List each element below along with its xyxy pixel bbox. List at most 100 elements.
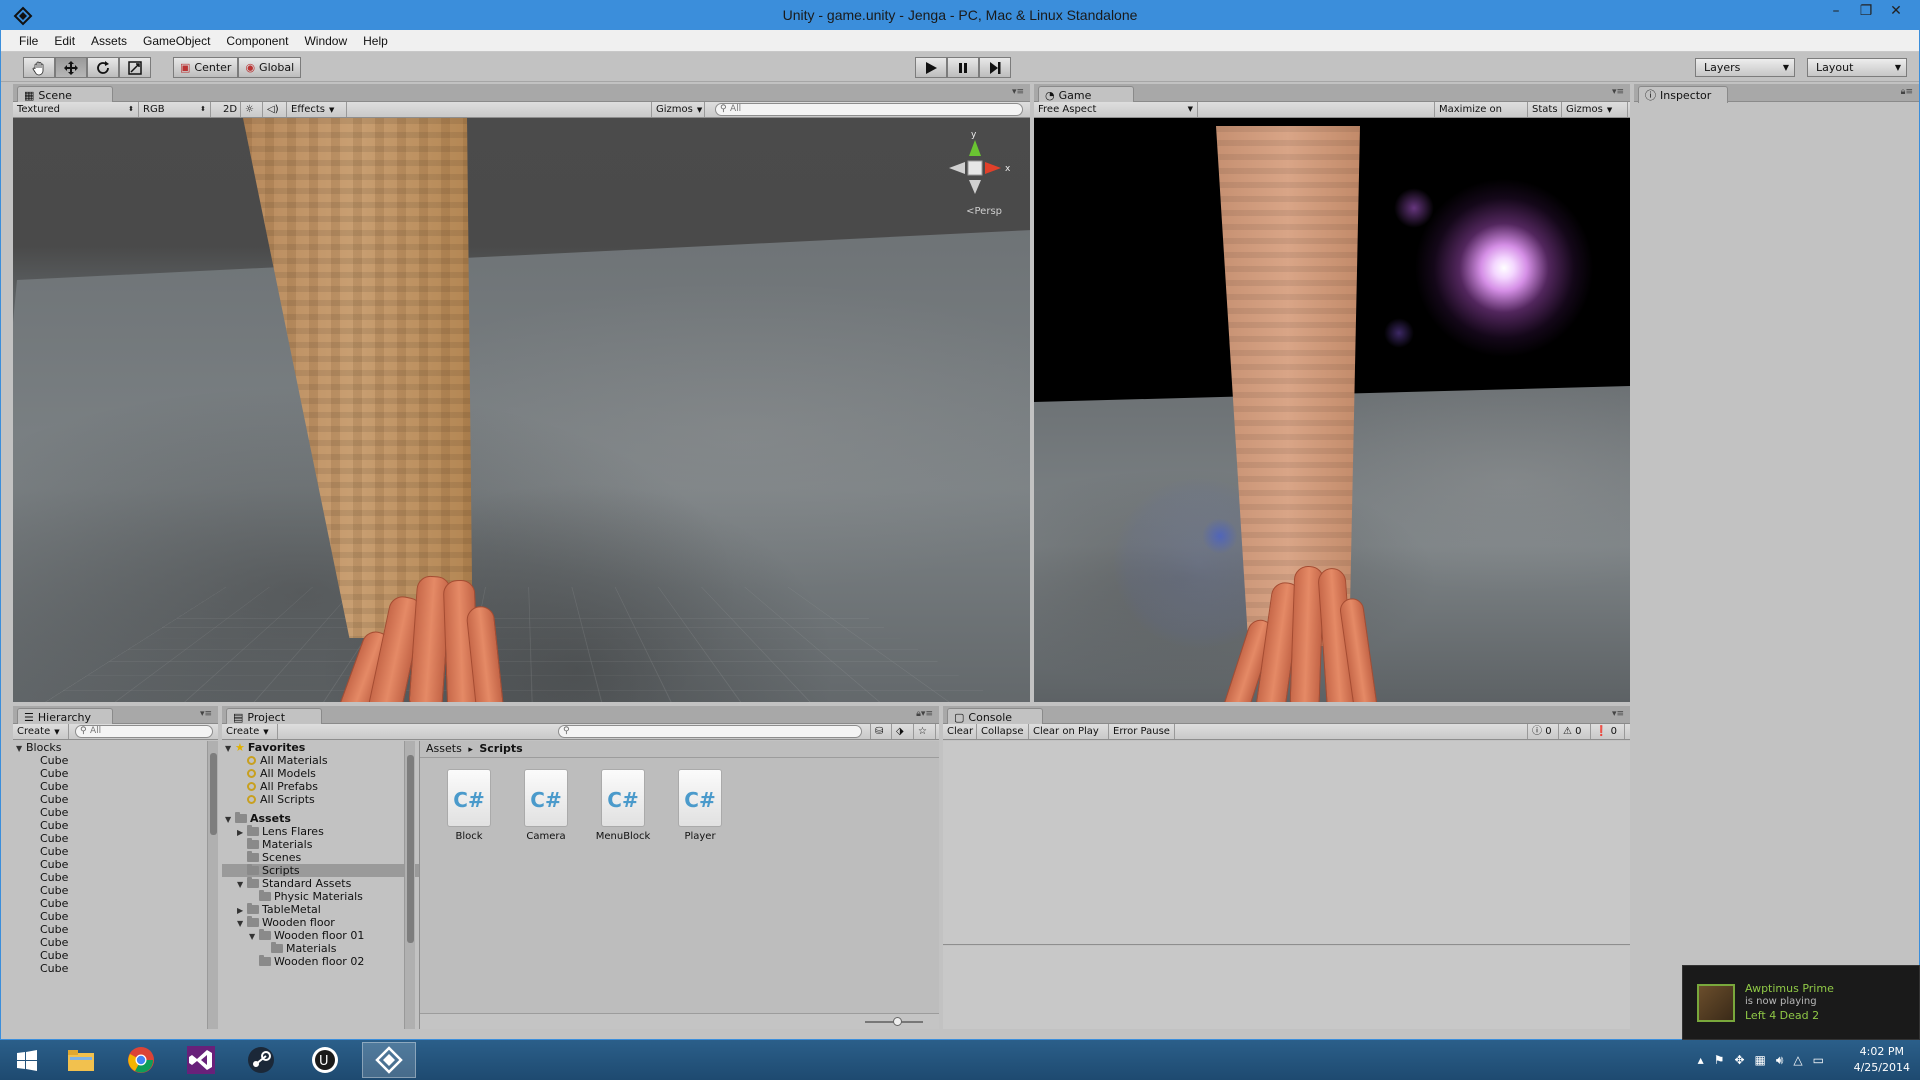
panel-menu-icon[interactable]: ▾≡ — [200, 709, 212, 719]
warning-filter-toggle[interactable]: ⚠ 0 — [1559, 724, 1591, 739]
zoom-slider-handle[interactable] — [893, 1017, 902, 1026]
filter-type-icon[interactable]: ⛁ — [870, 724, 892, 739]
file-explorer-icon[interactable] — [54, 1042, 108, 1078]
stats-toggle[interactable]: Stats — [1528, 102, 1562, 117]
hierarchy-item-cube[interactable]: Cube — [16, 884, 207, 897]
hierarchy-item-cube[interactable]: Cube — [16, 793, 207, 806]
pause-button[interactable] — [947, 57, 979, 78]
tab-scene[interactable]: ▦ Scene — [17, 86, 113, 103]
game-gizmos-dropdown[interactable]: Gizmos ▼ — [1562, 102, 1628, 117]
hierarchy-item-cube[interactable]: Cube — [16, 936, 207, 949]
console-clear-on-play-toggle[interactable]: Clear on Play — [1029, 724, 1109, 739]
tab-hierarchy[interactable]: ☰ Hierarchy — [17, 708, 113, 725]
layers-dropdown[interactable]: Layers ▼ — [1695, 58, 1795, 77]
scene-gizmos-dropdown[interactable]: Gizmos ▼ — [651, 102, 705, 117]
hierarchy-item-cube[interactable]: Cube — [16, 871, 207, 884]
console-log-area[interactable] — [943, 741, 1630, 945]
console-collapse-toggle[interactable]: Collapse — [977, 724, 1029, 739]
scene-search-input[interactable]: All — [715, 103, 1023, 116]
tab-console[interactable]: ▢ Console — [947, 708, 1043, 725]
menu-help[interactable]: Help — [355, 34, 396, 48]
mode-2d-toggle[interactable]: 2D — [219, 102, 241, 117]
script-asset[interactable]: C# Block — [434, 769, 504, 842]
assets-header[interactable]: ▼ Assets — [225, 812, 419, 825]
console-error-pause-toggle[interactable]: Error Pause — [1109, 724, 1175, 739]
rotate-tool-icon[interactable] — [87, 57, 119, 78]
tray-chevron-icon[interactable]: ▴ — [1698, 1053, 1704, 1068]
console-clear-button[interactable]: Clear — [943, 724, 977, 739]
effects-dropdown[interactable]: Effects ▼ — [287, 102, 347, 117]
menu-assets[interactable]: Assets — [83, 34, 135, 48]
script-asset[interactable]: C# Player — [665, 769, 735, 842]
project-search-input[interactable] — [558, 725, 862, 738]
breadcrumb-assets[interactable]: Assets — [426, 742, 462, 755]
hierarchy-item-cube[interactable]: Cube — [16, 949, 207, 962]
error-filter-toggle[interactable]: ❗ 0 — [1591, 724, 1625, 739]
lock-icon[interactable]: 🔒︎▾≡ — [916, 709, 933, 719]
scene-viewport[interactable]: y x <Persp — [13, 118, 1030, 702]
folder-tree-item[interactable]: Scenes — [225, 851, 419, 864]
panel-menu-icon[interactable]: ▾≡ — [1612, 709, 1624, 719]
render-mode-dropdown[interactable]: RGB ⬍ — [139, 102, 211, 117]
info-filter-toggle[interactable]: ⓘ 0 — [1527, 724, 1559, 739]
expand-arrow-icon[interactable]: ▼ — [237, 878, 247, 891]
tab-game[interactable]: ◔ Game — [1038, 86, 1134, 103]
hierarchy-item-cube[interactable]: Cube — [16, 767, 207, 780]
unity-taskbar-icon[interactable] — [362, 1042, 416, 1078]
network-icon[interactable]: ▦ — [1755, 1053, 1766, 1068]
hierarchy-item-cube[interactable]: Cube — [16, 806, 207, 819]
favorite-star-icon[interactable]: ☆ — [914, 724, 936, 739]
move-tool-icon[interactable] — [55, 57, 87, 78]
folder-tree-item[interactable]: Scripts — [222, 864, 419, 877]
menu-gameobject[interactable]: GameObject — [135, 34, 218, 48]
hierarchy-scrollbar[interactable] — [207, 741, 218, 1029]
favorite-item[interactable]: All Materials — [225, 754, 419, 767]
hierarchy-item-cube[interactable]: Cube — [16, 845, 207, 858]
tab-inspector[interactable]: ⓘ Inspector — [1638, 86, 1728, 103]
hierarchy-root-blocks[interactable]: ▼ Blocks — [16, 741, 207, 754]
action-center-flag-icon[interactable]: ⚑ — [1714, 1053, 1725, 1068]
favorite-item[interactable]: All Models — [225, 767, 419, 780]
lighting-toggle-icon[interactable]: ☼ — [241, 102, 263, 117]
minimize-button[interactable]: – — [1821, 1, 1851, 23]
expand-arrow-icon[interactable]: ▼ — [249, 930, 259, 943]
folder-tree-item[interactable]: Materials — [225, 838, 419, 851]
menu-edit[interactable]: Edit — [46, 34, 83, 48]
maximize-on-play-toggle[interactable]: Maximize on Play — [1434, 102, 1528, 130]
folder-tree-item[interactable]: ▶ TableMetal — [225, 903, 419, 916]
hierarchy-item-cube[interactable]: Cube — [16, 780, 207, 793]
volume-icon[interactable]: 🔊︎ — [1776, 1053, 1784, 1068]
orientation-gizmo-icon[interactable]: y x — [935, 128, 1015, 218]
breadcrumb-scripts[interactable]: Scripts — [479, 742, 522, 755]
audio-toggle-icon[interactable]: ◁) — [263, 102, 287, 117]
hierarchy-item-cube[interactable]: Cube — [16, 832, 207, 845]
monitor-icon[interactable]: ▭ — [1813, 1053, 1824, 1068]
pivot-center-toggle[interactable]: ▣ Center — [173, 57, 239, 78]
aspect-dropdown[interactable]: Free Aspect ▼ — [1034, 102, 1198, 117]
hierarchy-item-cube[interactable]: Cube — [16, 819, 207, 832]
menu-component[interactable]: Component — [218, 34, 296, 48]
favorites-header[interactable]: ▼ ★ Favorites — [225, 741, 419, 754]
project-tree-scrollbar[interactable] — [404, 741, 415, 1029]
script-asset[interactable]: C# MenuBlock — [588, 769, 658, 842]
windows-start-icon[interactable] — [0, 1042, 54, 1078]
folder-tree-item[interactable]: ▼ Standard Assets — [225, 877, 419, 890]
favorite-item[interactable]: All Scripts — [225, 793, 419, 806]
steam-icon[interactable] — [234, 1042, 288, 1078]
hierarchy-item-cube[interactable]: Cube — [16, 910, 207, 923]
filter-label-icon[interactable]: ⬗ — [892, 724, 914, 739]
scale-tool-icon[interactable] — [119, 57, 151, 78]
dropbox-icon[interactable]: ✥ — [1734, 1053, 1744, 1068]
unreal-icon[interactable]: U — [298, 1042, 352, 1078]
layout-dropdown[interactable]: Layout ▼ — [1807, 58, 1907, 77]
hierarchy-item-cube[interactable]: Cube — [16, 923, 207, 936]
folder-tree-item[interactable]: Physic Materials — [225, 890, 419, 903]
maximize-button[interactable]: ❐ — [1851, 1, 1881, 23]
menu-window[interactable]: Window — [296, 34, 355, 48]
hierarchy-create-button[interactable]: Create ▼ — [13, 724, 69, 739]
hierarchy-item-cube[interactable]: Cube — [16, 754, 207, 767]
hierarchy-item-cube[interactable]: Cube — [16, 962, 207, 975]
folder-tree-item[interactable]: ▶ Lens Flares — [225, 825, 419, 838]
google-drive-icon[interactable]: △ — [1793, 1053, 1802, 1068]
pivot-global-toggle[interactable]: ◉ Global — [238, 57, 302, 78]
